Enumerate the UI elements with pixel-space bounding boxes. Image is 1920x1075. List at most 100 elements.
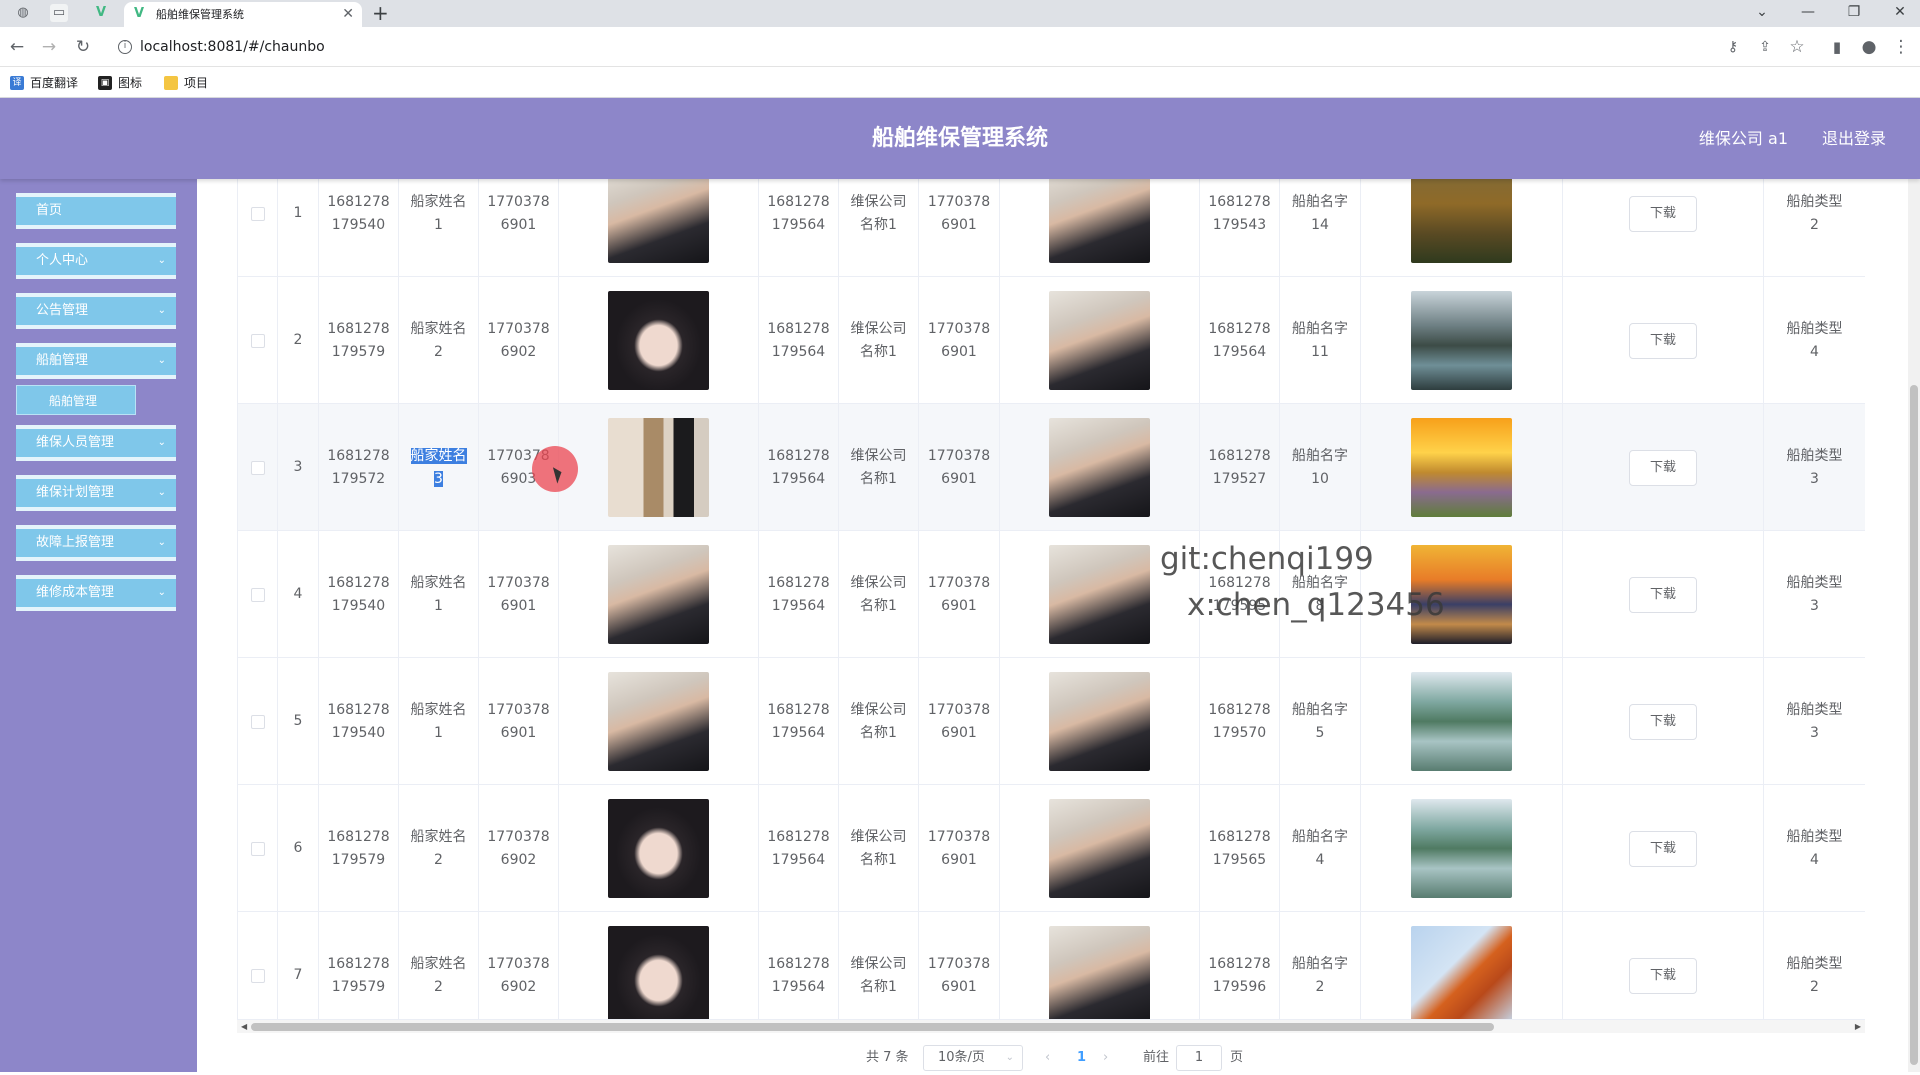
download-button[interactable]: 下载 xyxy=(1629,322,1697,359)
cell-text: 1770378 6902 xyxy=(487,828,550,868)
sidebar-item-notices[interactable]: 公告管理 ⌄ xyxy=(16,293,176,329)
share-icon[interactable]: ⇪ xyxy=(1754,36,1776,58)
photo-man-image[interactable] xyxy=(1049,672,1150,771)
sidebar-item-profile[interactable]: 个人中心 ⌄ xyxy=(16,243,176,279)
sidebar-item-repair-cost[interactable]: 维修成本管理 ⌄ xyxy=(16,575,176,611)
logout-link[interactable]: 退出登录 xyxy=(1822,98,1886,179)
scroll-left-icon[interactable]: ◀ xyxy=(241,1020,247,1034)
restore-icon[interactable]: ❐ xyxy=(1834,0,1874,27)
row-checkbox[interactable] xyxy=(250,968,265,983)
photo-man-image[interactable] xyxy=(1049,926,1150,1019)
table-row[interactable]: 5 1681278 179540 船家姓名 1 1770378 6901 1681278… xyxy=(238,658,1865,785)
table-cell-c9: 船舶类型 3 xyxy=(1764,531,1865,658)
table-row[interactable]: 3 1681278 179572 船家姓名 3 1770378 6903 1681278 … xyxy=(238,404,1865,531)
horizontal-scrollbar-thumb[interactable] xyxy=(251,1023,1494,1031)
star-icon[interactable]: ☆ xyxy=(1786,36,1808,58)
sidebar-item-ships[interactable]: 船舶管理 ⌄ xyxy=(16,343,176,379)
row-checkbox[interactable] xyxy=(250,714,265,729)
landscape-sunset-field-image[interactable] xyxy=(1411,418,1512,517)
sidebar-item-maintenance-staff[interactable]: 维保人员管理 ⌄ xyxy=(16,425,176,461)
select-cell xyxy=(238,404,278,531)
landscape-autumn-image[interactable] xyxy=(1411,179,1512,263)
photo-man-image[interactable] xyxy=(1049,291,1150,390)
table-row[interactable]: 1 1681278 179540 船家姓名 1 1770378 6901 1681278… xyxy=(238,179,1865,277)
sidepanel-icon[interactable]: ▮ xyxy=(1826,36,1848,58)
photo-man-image[interactable] xyxy=(608,179,709,263)
table-cell-c9: 船舶类型 4 xyxy=(1764,785,1865,912)
site-info-icon[interactable]: i xyxy=(118,40,132,54)
close-window-icon[interactable]: ✕ xyxy=(1880,0,1920,27)
sidebar-item-maintenance-plan[interactable]: 维保计划管理 ⌄ xyxy=(16,475,176,511)
menu-kebab-icon[interactable]: ⋮ xyxy=(1890,36,1912,58)
row-checkbox[interactable] xyxy=(250,460,265,475)
landscape-karst-river-image[interactable] xyxy=(1411,672,1512,771)
download-button[interactable]: 下载 xyxy=(1629,957,1697,994)
photo-man-image[interactable] xyxy=(608,672,709,771)
sidebar-subitem-ships[interactable]: 船舶管理 xyxy=(16,385,136,415)
cell-text: 1681278 179540 xyxy=(327,193,390,233)
cell-text: 1681278 179527 xyxy=(1208,447,1271,487)
pagination-total: 共 7 条 xyxy=(866,1050,909,1065)
table-cell-index: 2 xyxy=(278,277,319,404)
scroll-right-icon[interactable]: ▶ xyxy=(1855,1020,1861,1034)
new-tab-icon[interactable]: + xyxy=(372,1,389,25)
row-checkbox[interactable] xyxy=(250,333,265,348)
reload-icon[interactable]: ↻ xyxy=(72,36,94,58)
cell-text: 船舶名字 14 xyxy=(1292,193,1348,233)
table-row[interactable]: 4 1681278 179540 船家姓名 1 1770378 6901 1681278… xyxy=(238,531,1865,658)
horizontal-scrollbar[interactable]: ◀ ▶ xyxy=(237,1019,1865,1033)
page-size-select[interactable]: 10条/页 ⌄ xyxy=(923,1045,1023,1071)
vertical-scrollbar-thumb[interactable] xyxy=(1910,385,1918,1065)
next-page-icon[interactable]: › xyxy=(1103,1047,1108,1069)
bookmark-icons[interactable]: ▣ 图标 xyxy=(98,75,142,91)
photo-woman-image[interactable] xyxy=(608,926,709,1019)
download-button[interactable]: 下载 xyxy=(1629,195,1697,232)
bookmark-project[interactable]: 项目 xyxy=(164,75,208,91)
bookmarks-bar: 译百度翻译 ▣ 图标 项目 xyxy=(0,67,1920,98)
key-icon[interactable]: ⚷ xyxy=(1722,36,1744,58)
download-button[interactable]: 下载 xyxy=(1629,449,1697,486)
globe-icon[interactable]: ◍ xyxy=(14,4,32,22)
forward-icon[interactable]: → xyxy=(38,36,60,58)
landscape-lake-town-image[interactable] xyxy=(1411,291,1512,390)
sidebar-item-fault-report[interactable]: 故障上报管理 ⌄ xyxy=(16,525,176,561)
download-button[interactable]: 下载 xyxy=(1629,576,1697,613)
url-field[interactable]: i localhost:8081/#/chaunbo xyxy=(112,33,1712,61)
table-row[interactable]: 6 1681278 179579 船家姓名 2 1770378 6902 1681278… xyxy=(238,785,1865,912)
row-checkbox[interactable] xyxy=(250,206,265,221)
tab-search-icon[interactable]: ⌄ xyxy=(1742,0,1782,27)
row-checkbox[interactable] xyxy=(250,587,265,602)
download-button[interactable]: 下载 xyxy=(1629,830,1697,867)
photo-gallery-image[interactable] xyxy=(608,418,709,517)
table-cell-c4: 1681278 179564 xyxy=(759,531,839,658)
prev-page-icon[interactable]: ‹ xyxy=(1045,1047,1050,1069)
table-row[interactable]: 2 1681278 179579 船家姓名 2 1770378 6902 1681278… xyxy=(238,277,1865,404)
bookmark-baidu-translate[interactable]: 译百度翻译 xyxy=(10,75,78,91)
vertical-scrollbar[interactable] xyxy=(1908,179,1920,1072)
page-number-current[interactable]: 1 xyxy=(1077,1047,1086,1069)
photo-man-image[interactable] xyxy=(1049,545,1150,644)
photo-man-image[interactable] xyxy=(1049,179,1150,263)
tab-favicon[interactable]: ▭ xyxy=(50,4,68,22)
profile-icon[interactable]: ● xyxy=(1858,36,1880,58)
table-cell-c9: 船舶类型 4 xyxy=(1764,277,1865,404)
table-cell-c9: 船舶类型 2 xyxy=(1764,179,1865,277)
vue-icon[interactable]: V xyxy=(92,4,110,22)
row-checkbox[interactable] xyxy=(250,841,265,856)
photo-woman-image[interactable] xyxy=(608,799,709,898)
back-icon[interactable]: ← xyxy=(6,36,28,58)
close-tab-icon[interactable]: ✕ xyxy=(342,2,354,27)
landscape-autumn-leaves-image[interactable] xyxy=(1411,926,1512,1019)
table-row[interactable]: 7 1681278 179579 船家姓名 2 1770378 6902 1681278… xyxy=(238,912,1865,1019)
photo-man-image[interactable] xyxy=(1049,418,1150,517)
cell-text: 1681278 179564 xyxy=(767,828,830,868)
goto-page-input[interactable]: 1 xyxy=(1176,1045,1222,1071)
minimize-icon[interactable]: — xyxy=(1788,0,1828,27)
photo-man-image[interactable] xyxy=(1049,799,1150,898)
photo-man-image[interactable] xyxy=(608,545,709,644)
sidebar-item-home[interactable]: 首页 xyxy=(16,193,176,229)
download-button[interactable]: 下载 xyxy=(1629,703,1697,740)
photo-woman-image[interactable] xyxy=(608,291,709,390)
browser-tab-active[interactable]: V 船舶维保管理系统 ✕ xyxy=(124,2,362,27)
landscape-karst-river-image[interactable] xyxy=(1411,799,1512,898)
